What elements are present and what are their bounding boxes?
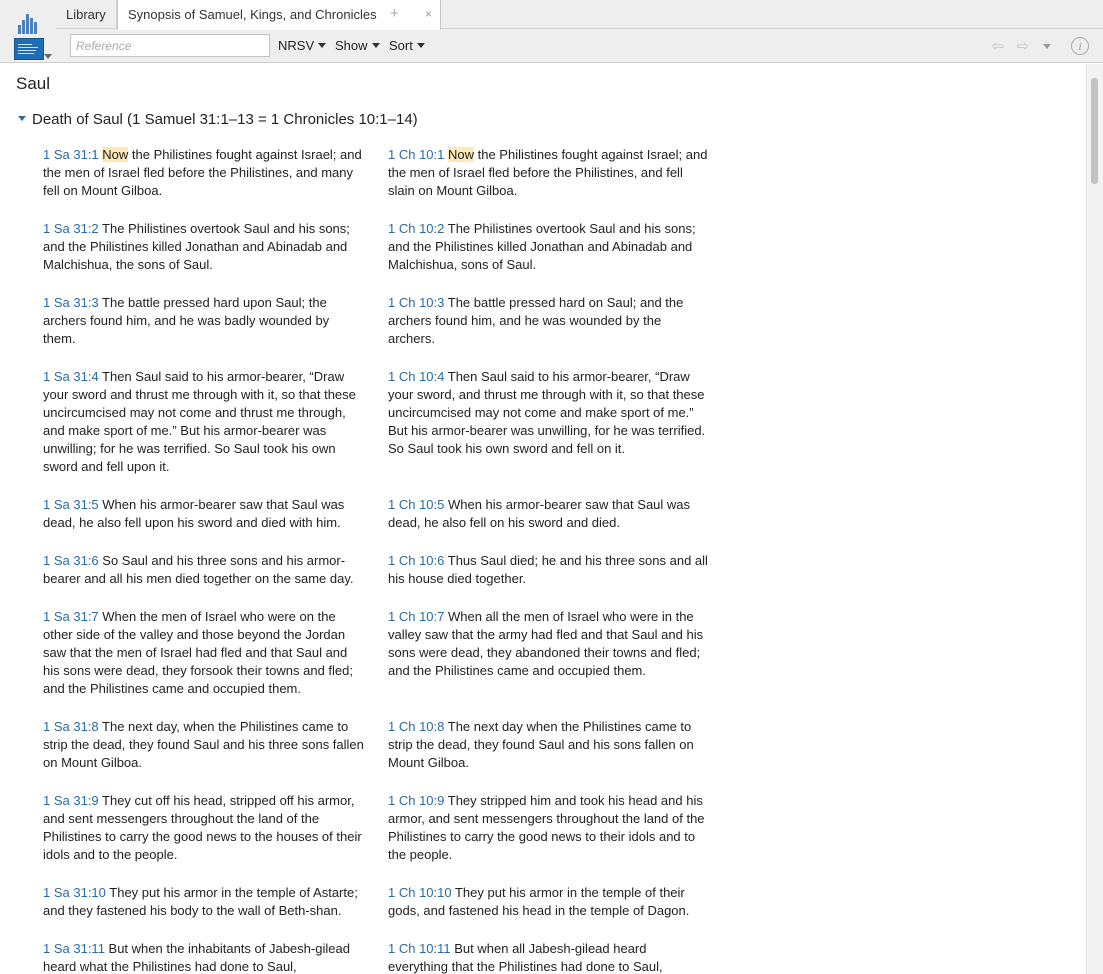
verse-reference-link[interactable]: 1 Ch 10:4 — [388, 369, 444, 384]
verse-reference-link[interactable]: 1 Sa 31:2 — [43, 221, 99, 236]
forward-arrow-icon[interactable]: ⇨ — [1016, 38, 1029, 55]
chronicles-verse: 1 Ch 10:1 Now the Philistines fought aga… — [388, 146, 710, 200]
tab-synopsis-label: Synopsis of Samuel, Kings, and Chronicle… — [128, 7, 377, 22]
verse-reference-link[interactable]: 1 Sa 31:1 — [43, 147, 99, 162]
close-icon[interactable]: × — [425, 0, 432, 29]
verse-reference-link[interactable]: 1 Ch 10:9 — [388, 793, 444, 808]
chronicles-verse: 1 Ch 10:4 Then Saul said to his armor-be… — [388, 368, 710, 458]
page-title: Saul — [16, 74, 51, 93]
samuel-verse: 1 Sa 31:1 Now the Philistines fought aga… — [43, 146, 365, 200]
highlighted-word: Now — [448, 147, 475, 162]
collapse-triangle-icon[interactable] — [18, 116, 26, 121]
chronicles-verse: 1 Ch 10:11 But when all Jabesh-gilead he… — [388, 940, 710, 974]
verse-reference-link[interactable]: 1 Ch 10:8 — [388, 719, 444, 734]
tab-bar: Library Synopsis of Samuel, Kings, and C… — [56, 0, 1103, 30]
verse-reference-link[interactable]: 1 Sa 31:11 — [43, 941, 105, 956]
section-heading[interactable]: Death of Saul (1 Samuel 31:1–13 = 1 Chro… — [18, 111, 418, 128]
samuel-verse: 1 Sa 31:11 But when the inhabitants of J… — [43, 940, 365, 974]
samuel-verse: 1 Sa 31:4 Then Saul said to his armor-be… — [43, 368, 365, 476]
synopsis-bars-icon — [18, 14, 40, 34]
samuel-verse: 1 Sa 31:5 When his armor-bearer saw that… — [43, 496, 365, 532]
verse-reference-link[interactable]: 1 Sa 31:3 — [43, 295, 99, 310]
verse-reference-link[interactable]: 1 Sa 31:10 — [43, 885, 106, 900]
resource-book-icon[interactable] — [12, 8, 48, 62]
verse-reference-link[interactable]: 1 Ch 10:1 — [388, 147, 444, 162]
version-label: NRSV — [278, 38, 315, 53]
highlighted-word: Now — [102, 147, 129, 162]
samuel-verse: 1 Sa 31:3 The battle pressed hard upon S… — [43, 294, 365, 348]
verse-reference-link[interactable]: 1 Ch 10:11 — [388, 941, 451, 956]
samuel-verse: 1 Sa 31:10 They put his armor in the tem… — [43, 884, 365, 920]
chevron-down-icon — [416, 43, 425, 48]
book-cover-icon — [14, 38, 44, 60]
history-chevron-down-icon[interactable] — [1043, 44, 1051, 49]
add-tab-icon[interactable]: + — [390, 0, 399, 28]
resource-menu-chevron-down-icon[interactable] — [44, 54, 52, 59]
verse-reference-link[interactable]: 1 Ch 10:7 — [388, 609, 444, 624]
chronicles-verse: 1 Ch 10:3 The battle pressed hard on Sau… — [388, 294, 710, 348]
vertical-scrollbar[interactable] — [1086, 64, 1103, 974]
verse-reference-link[interactable]: 1 Sa 31:4 — [43, 369, 99, 384]
chevron-down-icon — [371, 43, 380, 48]
sort-label: Sort — [389, 38, 413, 53]
show-menu[interactable]: Show — [335, 38, 380, 53]
top-chrome: Library Synopsis of Samuel, Kings, and C… — [0, 0, 1103, 63]
samuel-verse: 1 Sa 31:9 They cut off his head, strippe… — [43, 792, 365, 864]
samuel-verse: 1 Sa 31:2 The Philistines overtook Saul … — [43, 220, 365, 274]
info-icon[interactable]: i — [1071, 37, 1089, 55]
verse-text: Then Saul said to his armor-bearer, “Dra… — [43, 369, 356, 474]
back-arrow-icon[interactable]: ⇦ — [992, 38, 1005, 55]
verse-reference-link[interactable]: 1 Ch 10:10 — [388, 885, 452, 900]
reference-input[interactable] — [70, 34, 270, 57]
chronicles-verse: 1 Ch 10:5 When his armor-bearer saw that… — [388, 496, 710, 532]
chevron-down-icon — [318, 43, 327, 48]
scrollbar-thumb[interactable] — [1091, 78, 1098, 184]
chronicles-verse: 1 Ch 10:9 They stripped him and took his… — [388, 792, 710, 864]
sort-menu[interactable]: Sort — [389, 38, 425, 53]
history-nav: ⇦ ⇨ — [984, 37, 1029, 55]
chronicles-verse: 1 Ch 10:10 They put his armor in the tem… — [388, 884, 710, 920]
samuel-verse: 1 Sa 31:6 So Saul and his three sons and… — [43, 552, 365, 588]
verse-reference-link[interactable]: 1 Ch 10:5 — [388, 497, 444, 512]
verse-reference-link[interactable]: 1 Sa 31:6 — [43, 553, 99, 568]
samuel-verse: 1 Sa 31:7 When the men of Israel who wer… — [43, 608, 365, 698]
verse-reference-link[interactable]: 1 Ch 10:2 — [388, 221, 444, 236]
section-heading-label: Death of Saul (1 Samuel 31:1–13 = 1 Chro… — [32, 111, 418, 128]
tab-library[interactable]: Library — [56, 0, 117, 29]
show-label: Show — [335, 38, 368, 53]
version-dropdown[interactable]: NRSV — [278, 38, 327, 53]
verse-reference-link[interactable]: 1 Ch 10:3 — [388, 295, 444, 310]
chronicles-verse: 1 Ch 10:7 When all the men of Israel who… — [388, 608, 710, 680]
verse-reference-link[interactable]: 1 Sa 31:5 — [43, 497, 99, 512]
verse-reference-link[interactable]: 1 Ch 10:6 — [388, 553, 444, 568]
samuel-verse: 1 Sa 31:8 The next day, when the Philist… — [43, 718, 365, 772]
verse-reference-link[interactable]: 1 Sa 31:7 — [43, 609, 99, 624]
verse-reference-link[interactable]: 1 Sa 31:9 — [43, 793, 99, 808]
synopsis-panel: Saul Death of Saul (1 Samuel 31:1–13 = 1… — [0, 64, 1086, 974]
chronicles-verse: 1 Ch 10:6 Thus Saul died; he and his thr… — [388, 552, 710, 588]
chronicles-verse: 1 Ch 10:2 The Philistines overtook Saul … — [388, 220, 710, 274]
verse-reference-link[interactable]: 1 Sa 31:8 — [43, 719, 99, 734]
chronicles-verse: 1 Ch 10:8 The next day when the Philisti… — [388, 718, 710, 772]
